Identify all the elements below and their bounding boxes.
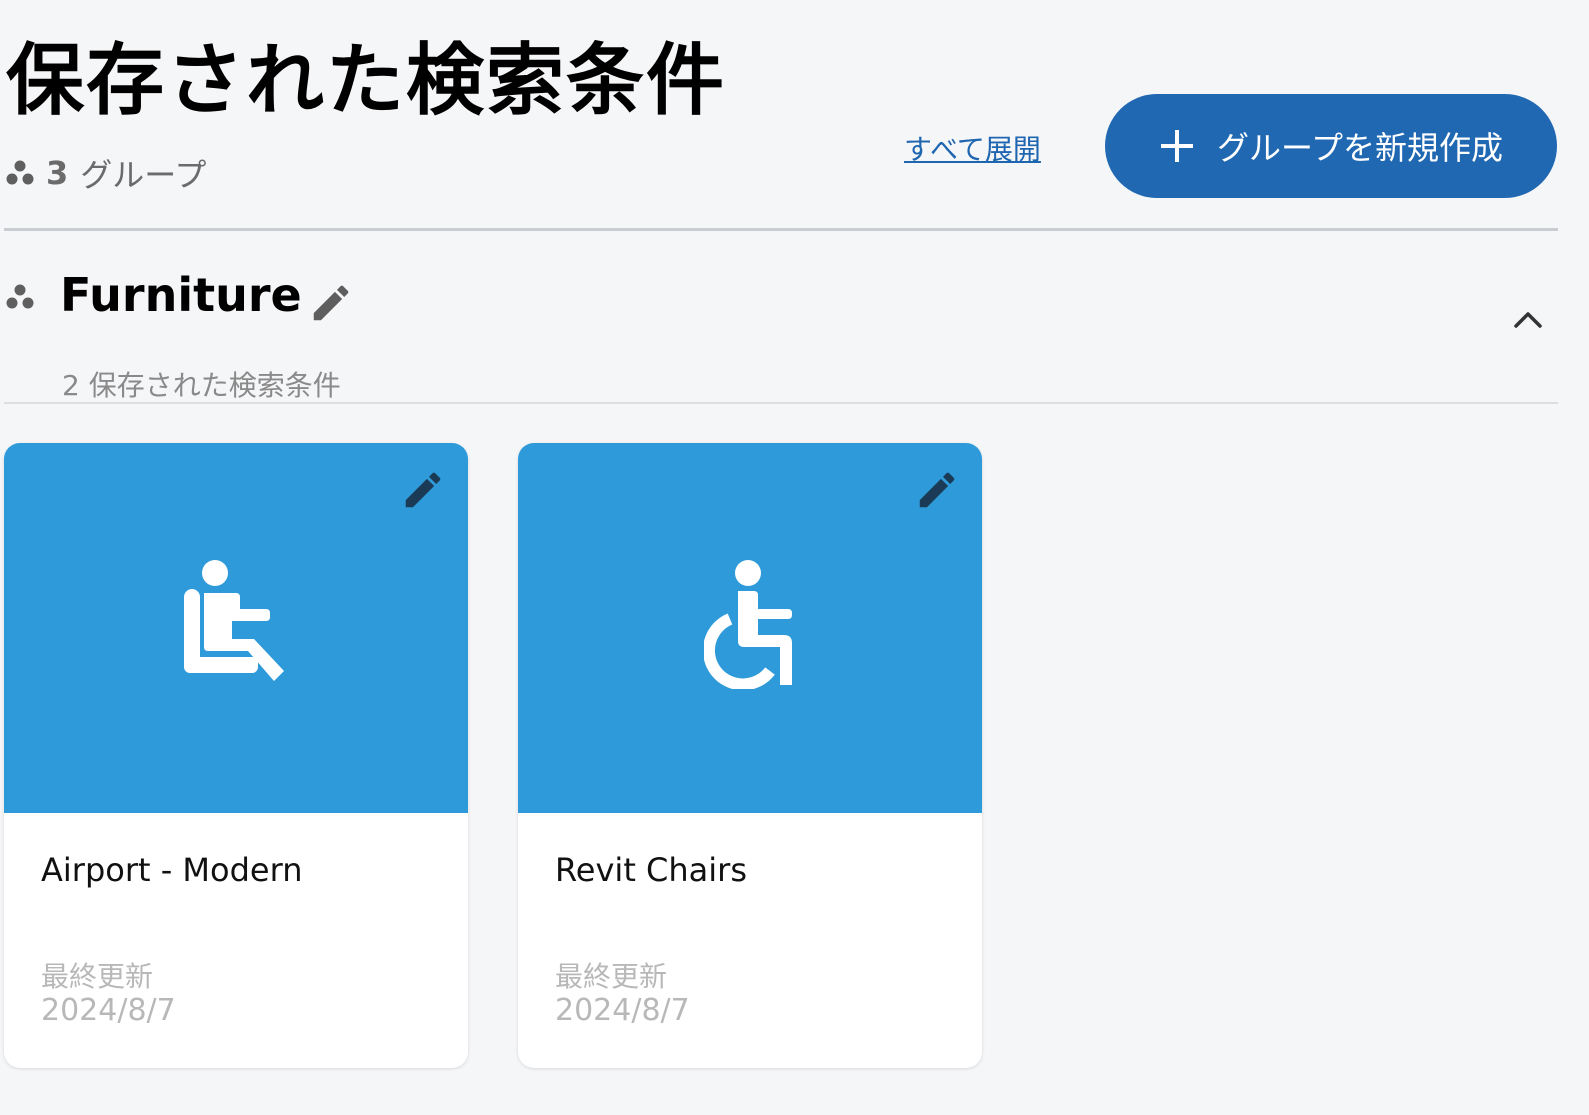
header-divider [4,228,1558,231]
seated-person-icon [184,560,284,681]
saved-search-card[interactable]: Airport - Modern 最終更新 2024/8/7 [4,443,468,1068]
group-name: Furniture [60,268,302,322]
group-count-label: グループ [80,156,207,194]
card-title: Airport - Modern [41,851,303,889]
saved-search-card[interactable]: Revit Chairs 最終更新 2024/8/7 [518,443,982,1068]
group-divider [4,402,1558,404]
last-updated-date: 2024/8/7 [41,993,176,1028]
edit-group-icon[interactable] [308,280,354,326]
last-updated-label: 最終更新 [555,960,668,993]
drag-handle-icon[interactable] [6,284,34,310]
saved-searches-page: 保存された検索条件 3 グループ すべて展開 グループを新規作成 Furnitu… [0,0,1589,1115]
edit-icon[interactable] [400,467,446,513]
last-updated-date: 2024/8/7 [555,993,690,1028]
group-icon [6,160,34,185]
group-count: 3 グループ [6,150,206,196]
create-group-button[interactable]: グループを新規作成 [1105,94,1557,198]
expand-all-link[interactable]: すべて展開 [904,128,1041,168]
card-thumbnail [4,443,468,813]
card-thumbnail [518,443,982,813]
wheelchair-icon [704,560,792,689]
page-title: 保存された検索条件 [6,36,727,126]
plus-icon [1160,130,1193,162]
group-count-number: 3 [46,154,69,192]
create-group-label: グループを新規作成 [1216,129,1504,167]
last-updated-label: 最終更新 [41,960,154,993]
group-saved-count: 2 保存された検索条件 [62,369,341,402]
card-title: Revit Chairs [555,851,747,889]
chevron-up-icon[interactable] [1512,308,1544,330]
edit-icon[interactable] [914,467,960,513]
